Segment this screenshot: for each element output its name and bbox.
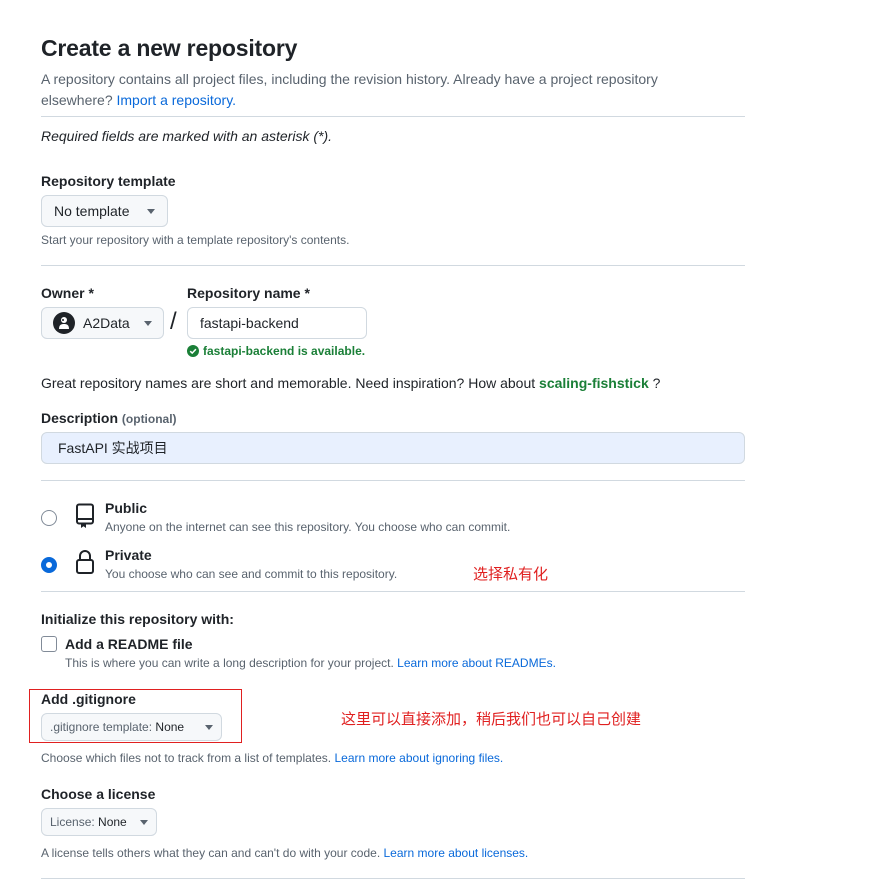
required-fields-note: Required fields are marked with an aster… — [41, 128, 333, 144]
gitignore-dropdown-value: None — [155, 720, 185, 734]
intro-line-1: A repository contains all project files,… — [41, 71, 658, 87]
repo-icon — [76, 503, 94, 528]
import-repository-link[interactable]: Import a repository. — [117, 92, 237, 108]
divider — [41, 265, 745, 266]
description-optional: (optional) — [121, 412, 177, 426]
availability-text: fastapi-backend is available. — [203, 344, 366, 358]
owner-value: A2Data — [83, 315, 130, 331]
public-description: Anyone on the internet can see this repo… — [105, 520, 511, 534]
chevron-down-icon — [140, 819, 148, 825]
suggestion-suffix: ? — [652, 375, 661, 391]
gitignore-label: Add .gitignore — [41, 691, 136, 707]
readme-help-text: This is where you can write a long descr… — [65, 656, 394, 670]
readme-help: This is where you can write a long descr… — [65, 656, 556, 670]
owner-dropdown-button[interactable]: A2Data — [41, 307, 164, 339]
lock-icon — [76, 550, 94, 574]
license-dropdown-prefix: License: — [50, 815, 95, 829]
suggested-name-link[interactable]: scaling-fishstick — [539, 375, 649, 391]
license-dropdown-text: License: None — [50, 815, 127, 829]
private-title: Private — [105, 547, 152, 563]
license-dropdown-button[interactable]: License: None — [41, 808, 157, 836]
template-help: Start your repository with a template re… — [41, 233, 350, 247]
repo-name-label: Repository name * — [187, 285, 310, 301]
description-label-row: Description (optional) — [41, 410, 177, 426]
suggestion-prefix: Great repository names are short and mem… — [41, 375, 536, 391]
template-label: Repository template — [41, 173, 176, 189]
gitignore-help: Choose which files not to track from a l… — [41, 751, 503, 765]
template-dropdown-value: No template — [54, 203, 130, 219]
divider — [41, 480, 745, 481]
readme-learn-more-link[interactable]: Learn more about READMEs. — [397, 656, 556, 670]
repo-name-input[interactable]: fastapi-backend — [187, 307, 367, 339]
intro-line-2: elsewhere? Import a repository. — [41, 90, 761, 111]
readme-checkbox[interactable] — [41, 636, 57, 652]
license-help-text: A license tells others what they can and… — [41, 846, 381, 860]
public-radio[interactable] — [41, 510, 57, 526]
chevron-down-icon — [147, 208, 155, 214]
chevron-down-icon — [144, 320, 152, 326]
initialize-label: Initialize this repository with: — [41, 611, 234, 627]
divider — [41, 116, 745, 117]
readme-label: Add a README file — [65, 636, 193, 652]
gitignore-dropdown-button[interactable]: .gitignore template: None — [41, 713, 222, 741]
license-help: A license tells others what they can and… — [41, 846, 528, 860]
divider — [41, 591, 745, 592]
intro-text: A repository contains all project files,… — [41, 69, 761, 111]
description-input[interactable]: FastAPI 实战项目 — [41, 432, 745, 464]
private-description: You choose who can see and commit to thi… — [105, 567, 398, 581]
check-circle-icon — [187, 345, 199, 357]
repo-name-value: fastapi-backend — [200, 315, 299, 331]
name-suggestion: Great repository names are short and mem… — [41, 375, 660, 391]
description-value: FastAPI 实战项目 — [58, 440, 168, 456]
owner-avatar-icon — [59, 317, 69, 329]
gitignore-annotation: 这里可以直接添加，稍后我们也可以自己创建 — [341, 710, 642, 728]
divider — [41, 878, 745, 879]
availability-message: fastapi-backend is available. — [187, 344, 365, 358]
gitignore-help-text: Choose which files not to track from a l… — [41, 751, 332, 765]
license-label: Choose a license — [41, 786, 156, 802]
private-annotation: 选择私有化 — [473, 565, 549, 583]
owner-avatar — [53, 312, 75, 334]
license-learn-more-link[interactable]: Learn more about licenses. — [384, 846, 529, 860]
page-title: Create a new repository — [41, 35, 298, 61]
owner-dropdown-content: A2Data — [53, 312, 130, 334]
gitignore-dropdown-prefix: .gitignore template: — [50, 720, 153, 734]
owner-repo-separator: / — [170, 308, 177, 335]
license-dropdown-value: None — [98, 815, 127, 829]
public-title: Public — [105, 500, 148, 516]
description-label: Description — [41, 410, 119, 426]
owner-label: Owner * — [41, 285, 94, 301]
gitignore-learn-more-link[interactable]: Learn more about ignoring files. — [334, 751, 503, 765]
template-dropdown-button[interactable]: No template — [41, 195, 168, 227]
intro-line-2-prefix: elsewhere? — [41, 92, 113, 108]
gitignore-dropdown-text: .gitignore template: None — [50, 720, 184, 734]
chevron-down-icon — [205, 724, 213, 730]
private-radio[interactable] — [41, 557, 57, 573]
